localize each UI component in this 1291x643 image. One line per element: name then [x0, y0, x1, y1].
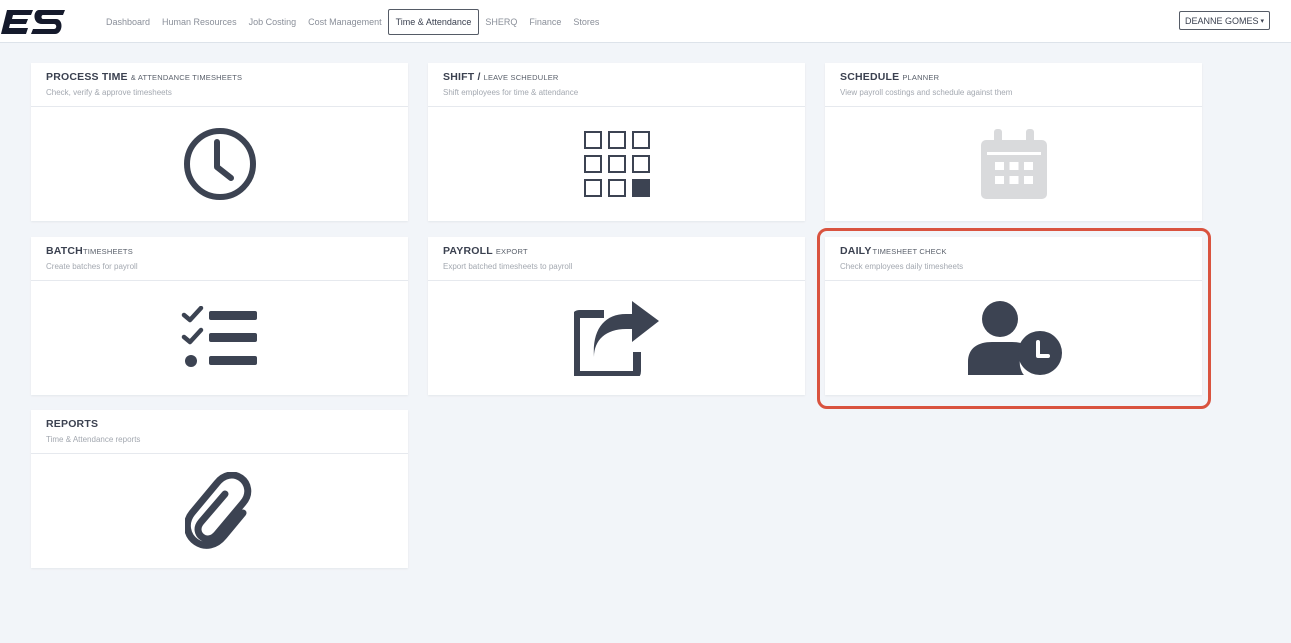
share-export-icon [573, 300, 659, 376]
card-schedule-planner[interactable]: SCHEDULE PLANNER View payroll costings an… [825, 63, 1202, 221]
card-description: Export batched timesheets to payroll [443, 262, 573, 271]
card-description: Check, verify & approve timesheets [46, 88, 172, 97]
card-subtitle: TIMESHEETS [82, 247, 133, 256]
card-title: SCHEDULE [840, 71, 900, 83]
clock-icon [183, 127, 256, 200]
card-description: Time & Attendance reports [46, 435, 141, 444]
es-logo[interactable] [1, 7, 65, 37]
nav-time-attendance[interactable]: Time & Attendance [387, 9, 480, 35]
card-title: BATCH [46, 245, 83, 257]
main-nav: Dashboard Human Resources Job Costing Co… [100, 9, 605, 35]
nav-human-resources[interactable]: Human Resources [156, 9, 243, 35]
nav-finance[interactable]: Finance [523, 9, 567, 35]
nav-sherq[interactable]: SHERQ [479, 9, 523, 35]
nav-job-costing[interactable]: Job Costing [243, 9, 303, 35]
card-title: SHIFT / [443, 71, 481, 83]
user-name: DEANNE GOMES [1184, 15, 1259, 26]
card-description: Shift employees for time & attendance [443, 88, 579, 97]
card-process-time[interactable]: PROCESS TIME & ATTENDANCE TIMESHEETS Chec… [31, 63, 408, 221]
card-batch-timesheets[interactable]: BATCHTIMESHEETS Create batches for payro… [31, 237, 408, 395]
card-description: View payroll costings and schedule again… [840, 88, 1013, 97]
card-title: PROCESS TIME [46, 71, 128, 83]
caret-down-icon: ▾ [1260, 17, 1265, 25]
card-reports[interactable]: REPORTS Time & Attendance reports [31, 410, 408, 568]
card-subtitle: TIMESHEET CHECK [872, 247, 947, 256]
nav-dashboard[interactable]: Dashboard [100, 9, 156, 35]
card-subtitle: EXPORT [495, 247, 528, 256]
card-subtitle: PLANNER [902, 73, 940, 82]
card-description: Check employees daily timesheets [840, 262, 964, 271]
card-subtitle: LEAVE SCHEDULER [483, 73, 559, 82]
card-daily-timesheet-check[interactable]: DAILYTIMESHEET CHECK Check employees dai… [825, 237, 1202, 395]
card-title: DAILY [840, 245, 872, 257]
card-title: REPORTS [46, 418, 99, 430]
nav-cost-management[interactable]: Cost Management [302, 9, 388, 35]
nav-stores[interactable]: Stores [567, 9, 605, 35]
card-title: PAYROLL [443, 245, 493, 257]
card-subtitle: & ATTENDANCE TIMESHEETS [130, 73, 243, 82]
paperclip-icon [184, 471, 251, 549]
calendar-icon [980, 128, 1047, 199]
card-payroll-export[interactable]: PAYROLL EXPORT Export batched timesheets … [428, 237, 805, 395]
user-menu-button[interactable]: DEANNE GOMES ▾ [1179, 11, 1270, 30]
card-shift-scheduler[interactable]: SHIFT / LEAVE SCHEDULER Shift employees f… [428, 63, 805, 221]
top-navbar: Dashboard Human Resources Job Costing Co… [0, 0, 1291, 43]
user-clock-icon [967, 300, 1062, 375]
card-description: Create batches for payroll [46, 262, 138, 271]
grid-icon [583, 130, 650, 197]
card-header: PROCESS TIME & ATTENDANCE TIMESHEETS Chec… [31, 63, 408, 107]
checklist-icon [181, 305, 257, 367]
